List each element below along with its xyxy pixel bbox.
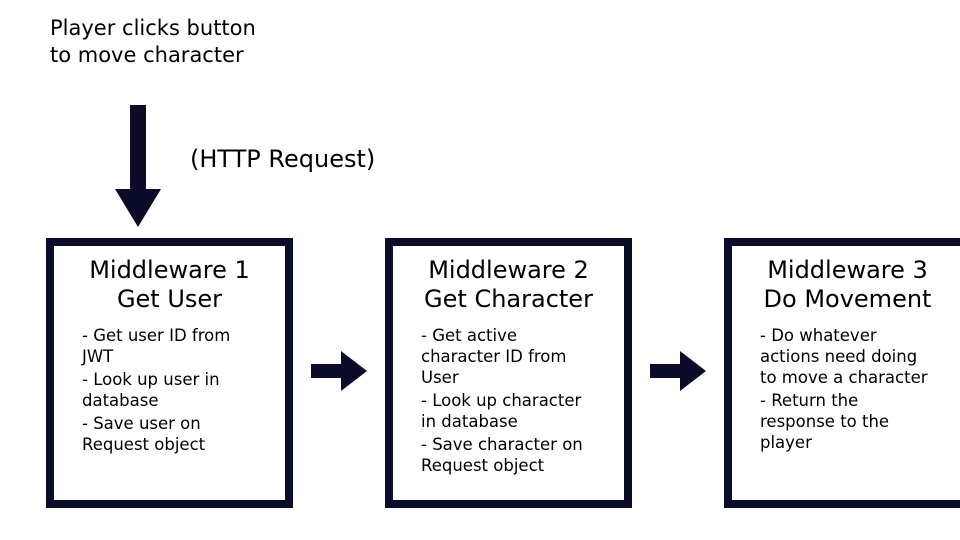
- list-item: - Look up character in database: [421, 390, 597, 432]
- box-title-line2: Get User: [117, 285, 222, 313]
- box-title: Middleware 1 Get User: [64, 256, 275, 315]
- box-list: - Do whatever actions need doing to move…: [742, 325, 942, 454]
- box-title-line1: Middleware 3: [767, 256, 928, 284]
- list-item: - Save character on Request object: [421, 434, 597, 476]
- list-item: - Look up user in database: [82, 369, 258, 411]
- box-title-line2: Do Movement: [764, 285, 932, 313]
- box-middleware-3: Middleware 3 Do Movement - Do whatever a…: [724, 238, 960, 508]
- box-middleware-1: Middleware 1 Get User - Get user ID from…: [46, 238, 293, 508]
- list-item: - Do whatever actions need doing to move…: [760, 325, 936, 388]
- intro-text: Player clicks button to move character: [50, 15, 260, 69]
- arrow-right-icon: [311, 351, 367, 395]
- box-list: - Get active character ID from User - Lo…: [403, 325, 603, 477]
- list-item: - Get active character ID from User: [421, 325, 597, 388]
- box-list: - Get user ID from JWT - Look up user in…: [64, 325, 264, 456]
- box-title: Middleware 3 Do Movement: [742, 256, 953, 315]
- arrow-right-icon: [650, 351, 706, 395]
- box-title-line1: Middleware 2: [428, 256, 589, 284]
- list-item: - Get user ID from JWT: [82, 325, 258, 367]
- list-item: - Return the response to the player: [760, 390, 936, 453]
- box-title: Middleware 2 Get Character: [403, 256, 614, 315]
- box-title-line1: Middleware 1: [89, 256, 250, 284]
- box-title-line2: Get Character: [424, 285, 593, 313]
- middleware-flow-row: Middleware 1 Get User - Get user ID from…: [46, 238, 960, 508]
- arrow-down-icon: [115, 105, 161, 231]
- list-item: - Save user on Request object: [82, 413, 258, 455]
- http-request-label: (HTTP Request): [190, 145, 375, 173]
- box-middleware-2: Middleware 2 Get Character - Get active …: [385, 238, 632, 508]
